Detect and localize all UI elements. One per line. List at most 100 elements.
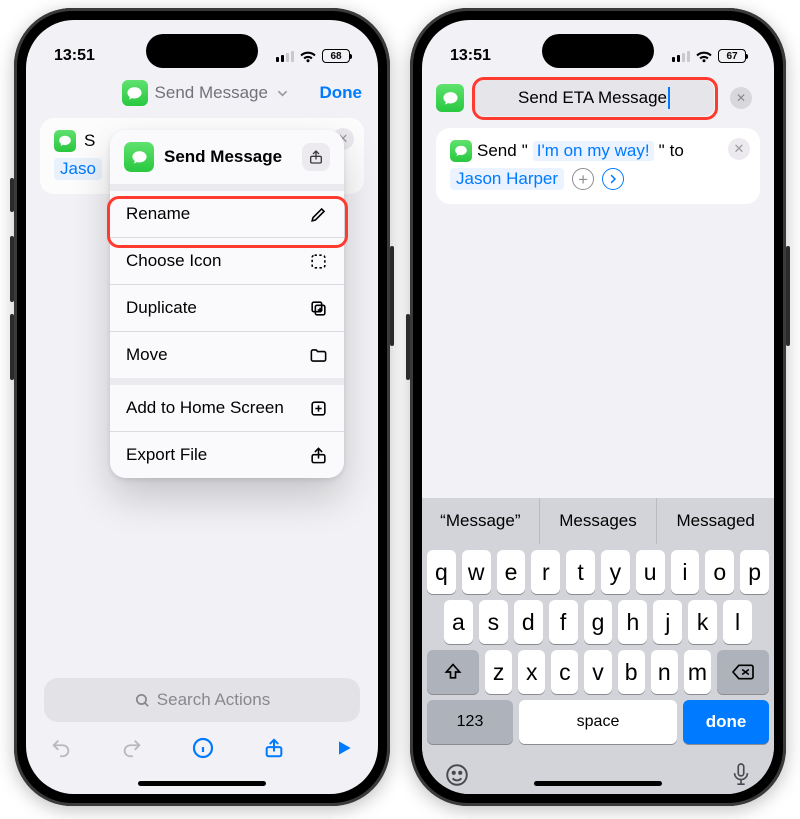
key-l[interactable]: l	[723, 600, 752, 644]
key-i[interactable]: i	[671, 550, 700, 594]
key-j[interactable]: j	[653, 600, 682, 644]
key-done[interactable]: done	[683, 700, 769, 744]
emoji-button[interactable]	[444, 762, 470, 788]
menu-label: Choose Icon	[126, 251, 221, 271]
key-v[interactable]: v	[584, 650, 611, 694]
key-z[interactable]: z	[485, 650, 512, 694]
recipient-token[interactable]: Jason Harper	[450, 168, 564, 190]
key-space[interactable]: space	[519, 700, 677, 744]
add-recipient-button[interactable]: +	[572, 168, 594, 190]
key-n[interactable]: n	[651, 650, 678, 694]
search-placeholder: Search Actions	[157, 690, 270, 710]
share-button[interactable]	[302, 143, 330, 171]
message-token[interactable]: I'm on my way!	[533, 141, 654, 161]
cellular-icon	[672, 51, 690, 62]
key-p[interactable]: p	[740, 550, 769, 594]
share-button[interactable]	[263, 736, 285, 760]
key-d[interactable]: d	[514, 600, 543, 644]
key-b[interactable]: b	[618, 650, 645, 694]
shortcut-name-field[interactable]: Send ETA Message ✕	[474, 80, 714, 116]
key-w[interactable]: w	[462, 550, 491, 594]
expand-action-button[interactable]	[602, 168, 624, 190]
key-m[interactable]: m	[684, 650, 711, 694]
quote: "	[522, 141, 528, 161]
menu-label: Move	[126, 345, 168, 365]
undo-button[interactable]	[50, 737, 72, 759]
key-u[interactable]: u	[636, 550, 665, 594]
duplicate-icon	[309, 299, 328, 318]
dictation-button[interactable]	[730, 762, 752, 788]
key-q[interactable]: q	[427, 550, 456, 594]
messages-icon	[54, 130, 76, 152]
shortcut-name-value: Send ETA Message	[518, 88, 667, 108]
bottom-toolbar	[26, 726, 378, 770]
clear-text-button[interactable]: ✕	[730, 87, 752, 109]
key-c[interactable]: c	[551, 650, 578, 694]
shortcut-title-button[interactable]: Send Message	[122, 80, 288, 106]
action-word-to: to	[670, 141, 684, 161]
dashed-square-icon	[309, 252, 328, 271]
action-text: S	[84, 131, 95, 151]
menu-item-duplicate[interactable]: Duplicate	[110, 284, 344, 331]
key-x[interactable]: x	[518, 650, 545, 694]
messages-icon	[450, 140, 472, 162]
run-button[interactable]	[334, 738, 354, 758]
home-indicator[interactable]	[138, 781, 266, 786]
remove-action-button[interactable]: ✕	[728, 138, 750, 160]
wifi-icon	[695, 50, 713, 63]
menu-item-choose-icon[interactable]: Choose Icon	[110, 237, 344, 284]
key-y[interactable]: y	[601, 550, 630, 594]
key-123[interactable]: 123	[427, 700, 513, 744]
key-s[interactable]: s	[479, 600, 508, 644]
plus-square-icon	[309, 399, 328, 418]
pencil-icon	[309, 205, 328, 224]
cellular-icon	[276, 51, 294, 62]
recipient-token[interactable]: Jaso	[54, 158, 102, 180]
title-context-menu: Send Message Rename Choose Icon Duplicat…	[110, 130, 344, 478]
menu-label: Duplicate	[126, 298, 197, 318]
menu-item-export-file[interactable]: Export File	[110, 431, 344, 478]
suggestion-3[interactable]: Messaged	[656, 498, 774, 544]
key-e[interactable]: e	[497, 550, 526, 594]
clock: 13:51	[54, 47, 95, 65]
messages-icon	[436, 84, 464, 112]
key-h[interactable]: h	[618, 600, 647, 644]
menu-item-rename[interactable]: Rename	[110, 191, 344, 237]
menu-item-add-to-home[interactable]: Add to Home Screen	[110, 385, 344, 431]
key-g[interactable]: g	[584, 600, 613, 644]
menu-label: Export File	[126, 445, 207, 465]
suggestion-bar: “Message” Messages Messaged	[422, 498, 774, 544]
suggestion-1[interactable]: “Message”	[422, 498, 539, 544]
key-a[interactable]: a	[444, 600, 473, 644]
redo-button[interactable]	[121, 737, 143, 759]
key-shift[interactable]	[427, 650, 479, 694]
title-bar: Send Message Done	[26, 74, 378, 114]
share-icon	[309, 446, 328, 465]
action-card[interactable]: Send " I'm on my way! " to Jason Harper …	[436, 128, 760, 204]
key-o[interactable]: o	[705, 550, 734, 594]
key-backspace[interactable]	[717, 650, 769, 694]
key-t[interactable]: t	[566, 550, 595, 594]
menu-item-move[interactable]: Move	[110, 331, 344, 378]
search-actions-field[interactable]: Search Actions	[44, 678, 360, 722]
home-indicator[interactable]	[534, 781, 662, 786]
done-button[interactable]: Done	[320, 83, 363, 103]
action-word-send: Send	[477, 141, 517, 161]
iphone-left: 13:51 68 Send Message Done	[14, 8, 390, 806]
popover-title: Send Message	[164, 147, 292, 167]
info-button[interactable]	[191, 736, 215, 760]
keyboard: “Message” Messages Messaged q w e r t y …	[422, 498, 774, 794]
key-f[interactable]: f	[549, 600, 578, 644]
key-k[interactable]: k	[688, 600, 717, 644]
wifi-icon	[299, 50, 317, 63]
messages-icon	[122, 80, 148, 106]
dynamic-island	[146, 34, 258, 68]
folder-icon	[309, 346, 328, 365]
dynamic-island	[542, 34, 654, 68]
messages-icon	[124, 142, 154, 172]
screen-right: 13:51 67 Send ETA Message ✕ Sen	[422, 20, 774, 794]
key-r[interactable]: r	[531, 550, 560, 594]
title-bar: Send ETA Message ✕	[422, 74, 774, 124]
suggestion-2[interactable]: Messages	[539, 498, 657, 544]
shortcut-title: Send Message	[155, 83, 268, 103]
